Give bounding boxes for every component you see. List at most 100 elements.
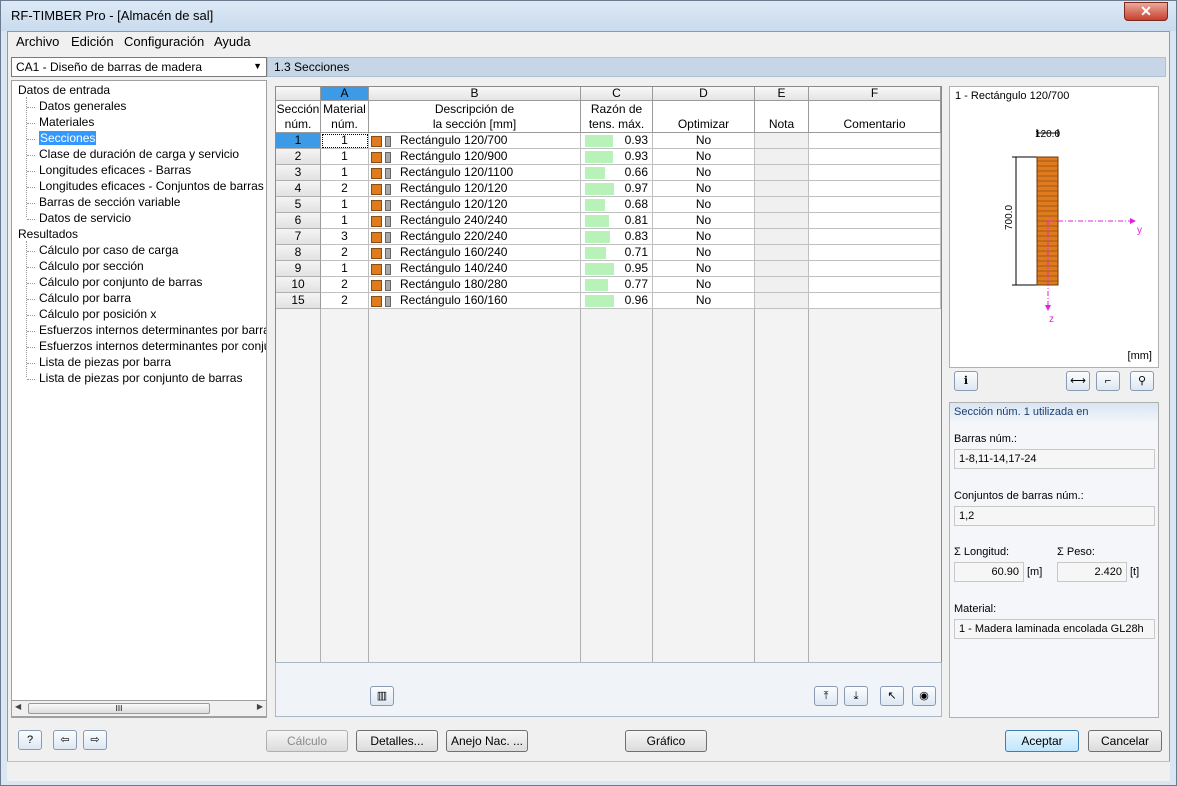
dimension-icon[interactable]: ⟷ [1066,371,1090,391]
tree-item-input-7[interactable]: Datos de servicio [39,211,131,225]
description-cell[interactable]: Rectángulo 160/240 [369,245,581,261]
tree-root-input[interactable]: Datos de entrada [18,83,110,97]
note-cell[interactable] [755,261,809,277]
comment-cell[interactable] [809,149,941,165]
optimize-cell[interactable]: No [653,181,755,197]
tree-item-input-1[interactable]: Materiales [39,115,94,129]
column-letter-3[interactable]: D [653,87,755,101]
ratio-cell[interactable]: 0.95 [581,261,653,277]
ratio-cell[interactable]: 0.93 [581,149,653,165]
sections-table[interactable]: Sección núm. A Material núm. B Descripción de l… [275,86,942,688]
details-button[interactable]: Detalles... [356,730,438,752]
tree-item-input-2[interactable]: Secciones [39,131,97,145]
row-header[interactable]: 9 [276,261,321,277]
close-button[interactable]: ✕ [1124,2,1168,21]
menu-configuracion[interactable]: Configuración [124,34,204,49]
row-header[interactable]: 3 [276,165,321,181]
menu-edicion[interactable]: Edición [71,34,114,49]
library-icon[interactable]: ▥ [370,686,394,706]
note-cell[interactable] [755,133,809,149]
row-header[interactable]: 1 [276,133,321,149]
description-cell[interactable]: Rectángulo 220/240 [369,229,581,245]
ratio-cell[interactable]: 0.93 [581,133,653,149]
optimize-cell[interactable]: No [653,293,755,309]
note-cell[interactable] [755,213,809,229]
ratio-cell[interactable]: 0.96 [581,293,653,309]
menu-archivo[interactable]: Archivo [16,34,59,49]
note-cell[interactable] [755,293,809,309]
optimize-cell[interactable]: No [653,277,755,293]
note-cell[interactable] [755,165,809,181]
graphic-button[interactable]: Gráfico [625,730,707,752]
material-cell[interactable]: 1 [321,197,369,213]
tree-item-results-0[interactable]: Cálculo por caso de carga [39,243,178,257]
optimize-cell[interactable]: No [653,245,755,261]
tree-item-input-5[interactable]: Longitudes eficaces - Conjuntos de barra… [39,179,264,193]
description-cell[interactable]: Rectángulo 120/120 [369,197,581,213]
description-cell[interactable]: Rectángulo 120/1100 [369,165,581,181]
scrollbar-thumb[interactable]: III [28,703,210,714]
tree-item-results-6[interactable]: Esfuerzos internos determinantes por con… [39,339,266,353]
excel-export-icon[interactable]: ⤒ [814,686,838,706]
optimize-cell[interactable]: No [653,133,755,149]
note-cell[interactable] [755,277,809,293]
optimize-cell[interactable]: No [653,197,755,213]
tree-item-results-7[interactable]: Lista de piezas por barra [39,355,171,369]
info-icon[interactable]: ℹ [954,371,978,391]
material-cell[interactable]: 1 [321,165,369,181]
material-cell[interactable]: 2 [321,245,369,261]
comment-cell[interactable] [809,197,941,213]
column-letter-0[interactable]: A [321,87,369,101]
tree-item-input-6[interactable]: Barras de sección variable [39,195,180,209]
tree-item-results-2[interactable]: Cálculo por conjunto de barras [39,275,202,289]
comment-cell[interactable] [809,165,941,181]
national-annex-button[interactable]: Anejo Nac. ... [446,730,528,752]
navigator-tree[interactable]: Datos de entrada Datos generales Material… [11,80,267,718]
tree-item-results-5[interactable]: Esfuerzos internos determinantes por bar… [39,323,266,337]
column-letter-5[interactable]: F [809,87,941,101]
description-cell[interactable]: Rectángulo 120/120 [369,181,581,197]
note-cell[interactable] [755,149,809,165]
description-cell[interactable]: Rectángulo 180/280 [369,277,581,293]
view-icon[interactable]: ◉ [912,686,936,706]
previous-icon[interactable]: ⇦ [53,730,77,750]
note-cell[interactable] [755,181,809,197]
case-selector[interactable]: CA1 - Diseño de barras de madera ▼ [11,57,267,77]
description-cell[interactable]: Rectángulo 160/160 [369,293,581,309]
comment-cell[interactable] [809,277,941,293]
optimize-cell[interactable]: No [653,213,755,229]
material-cell[interactable]: 2 [321,293,369,309]
column-letter-1[interactable]: B [369,87,581,101]
ratio-cell[interactable]: 0.68 [581,197,653,213]
cancel-button[interactable]: Cancelar [1088,730,1162,752]
row-header[interactable]: 2 [276,149,321,165]
zoom-icon[interactable]: ⚲ [1130,371,1154,391]
calc-button[interactable]: Cálculo [266,730,348,752]
description-cell[interactable]: Rectángulo 120/900 [369,149,581,165]
column-letter-2[interactable]: C [581,87,653,101]
help-icon[interactable]: ? [18,730,42,750]
note-cell[interactable] [755,229,809,245]
material-cell[interactable]: 1 [321,213,369,229]
tree-item-input-0[interactable]: Datos generales [39,99,126,113]
material-cell[interactable]: 2 [321,277,369,293]
material-cell[interactable]: 1 [321,149,369,165]
ok-button[interactable]: Aceptar [1005,730,1079,752]
tree-item-results-3[interactable]: Cálculo por barra [39,291,131,305]
note-cell[interactable] [755,197,809,213]
note-cell[interactable] [755,245,809,261]
comment-cell[interactable] [809,133,941,149]
row-header[interactable]: 10 [276,277,321,293]
excel-import-icon[interactable]: ⤓ [844,686,868,706]
row-header[interactable]: 8 [276,245,321,261]
material-cell[interactable]: 1 [321,261,369,277]
comment-cell[interactable] [809,213,941,229]
description-cell[interactable]: Rectángulo 240/240 [369,213,581,229]
optimize-cell[interactable]: No [653,165,755,181]
comment-cell[interactable] [809,229,941,245]
optimize-cell[interactable]: No [653,261,755,277]
ratio-cell[interactable]: 0.71 [581,245,653,261]
row-header[interactable]: 15 [276,293,321,309]
ratio-cell[interactable]: 0.66 [581,165,653,181]
column-letter-4[interactable]: E [755,87,809,101]
